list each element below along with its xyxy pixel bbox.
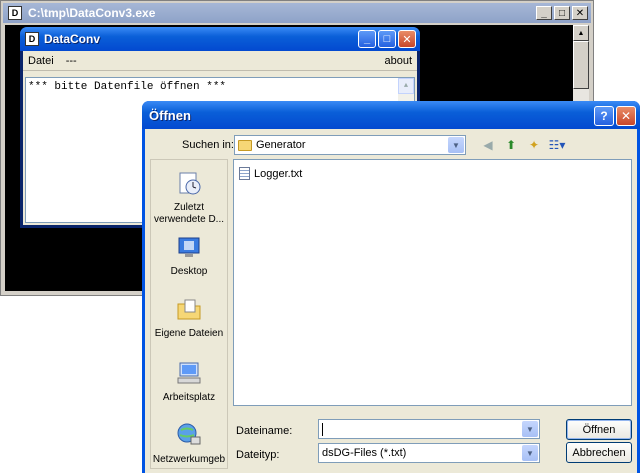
filetype-label: Dateityp: (236, 449, 280, 461)
menu-separator-item[interactable]: --- (66, 55, 77, 67)
place-my-documents[interactable]: Eigene Dateien (151, 294, 227, 340)
app-icon: D (25, 32, 39, 46)
scroll-up-arrow-icon[interactable]: ▲ (573, 25, 589, 41)
place-desktop[interactable]: Desktop (151, 232, 227, 278)
place-network[interactable]: Netzwerkumgeb (151, 420, 227, 466)
place-label: Arbeitsplatz (162, 392, 216, 403)
filetype-value: dsDG-Files (*.txt) (322, 447, 407, 459)
menu-datei[interactable]: Datei (28, 55, 54, 67)
minimize-button[interactable]: _ (536, 6, 552, 20)
open-dialog-title: Öffnen (149, 107, 191, 123)
list-item[interactable]: Logger.txt (239, 167, 302, 180)
menu-bar: Datei --- about (23, 51, 417, 71)
folder-icon (238, 139, 252, 151)
file-list[interactable]: Logger.txt (233, 159, 632, 406)
menu-about[interactable]: about (384, 55, 412, 67)
close-button[interactable]: ✕ (572, 6, 588, 20)
status-text: *** bitte Datenfile öffnen *** (28, 81, 227, 93)
place-label: Desktop (170, 266, 208, 277)
console-titlebar[interactable]: D C:\tmp\DataConv3.exe _ □ ✕ (3, 3, 591, 23)
up-folder-icon[interactable]: ⬆ (502, 136, 520, 154)
recent-documents-icon (174, 168, 204, 198)
open-dialog: Öffnen ? ✕ Suchen in: Generator ▼ ◀ ⬆ ✦ … (142, 101, 640, 473)
scroll-up-arrow-icon[interactable]: ▲ (398, 78, 414, 94)
view-menu-icon[interactable]: ☷▾ (548, 136, 566, 154)
lookin-value: Generator (256, 139, 306, 151)
file-name: Logger.txt (254, 167, 303, 180)
place-my-computer[interactable]: Arbeitsplatz (151, 358, 227, 404)
maximize-button[interactable]: □ (378, 30, 396, 48)
place-label: Zuletzt verwendete D... (153, 202, 225, 225)
dataconv-titlebar[interactable]: D DataConv _ □ ✕ (20, 27, 420, 51)
desktop-icon (174, 232, 204, 262)
console-title: C:\tmp\DataConv3.exe (28, 6, 156, 20)
dataconv-title: DataConv (44, 32, 101, 46)
help-button[interactable]: ? (594, 106, 614, 126)
scroll-thumb[interactable] (573, 41, 589, 89)
my-computer-icon (174, 358, 204, 388)
chevron-down-icon[interactable]: ▼ (522, 421, 538, 437)
new-folder-icon[interactable]: ✦ (525, 136, 543, 154)
my-documents-icon (174, 294, 204, 324)
place-label: Netzwerkumgeb (152, 454, 226, 465)
text-file-icon (239, 167, 250, 180)
close-button[interactable]: ✕ (616, 106, 636, 126)
open-dialog-titlebar[interactable]: Öffnen ? ✕ (142, 101, 640, 129)
filename-input[interactable]: ▼ (318, 419, 540, 439)
chevron-down-icon[interactable]: ▼ (522, 445, 538, 461)
maximize-button[interactable]: □ (554, 6, 570, 20)
filetype-select[interactable]: dsDG-Files (*.txt) ▼ (318, 443, 540, 463)
cancel-button[interactable]: Abbrechen (566, 442, 632, 463)
app-icon: D (8, 6, 22, 20)
lookin-combo[interactable]: Generator ▼ (234, 135, 466, 155)
place-label: Eigene Dateien (154, 328, 224, 339)
close-button[interactable]: ✕ (398, 30, 416, 48)
lookin-label: Suchen in: (182, 139, 234, 151)
open-button[interactable]: Öffnen (566, 419, 632, 440)
place-recent[interactable]: Zuletzt verwendete D... (151, 168, 227, 226)
chevron-down-icon[interactable]: ▼ (448, 137, 464, 153)
filename-label: Dateiname: (236, 425, 293, 437)
back-icon[interactable]: ◀ (479, 136, 497, 154)
network-places-icon (174, 420, 204, 450)
text-caret (322, 422, 323, 436)
minimize-button[interactable]: _ (358, 30, 376, 48)
places-bar: Zuletzt verwendete D... Desktop Eigene D… (150, 159, 228, 469)
